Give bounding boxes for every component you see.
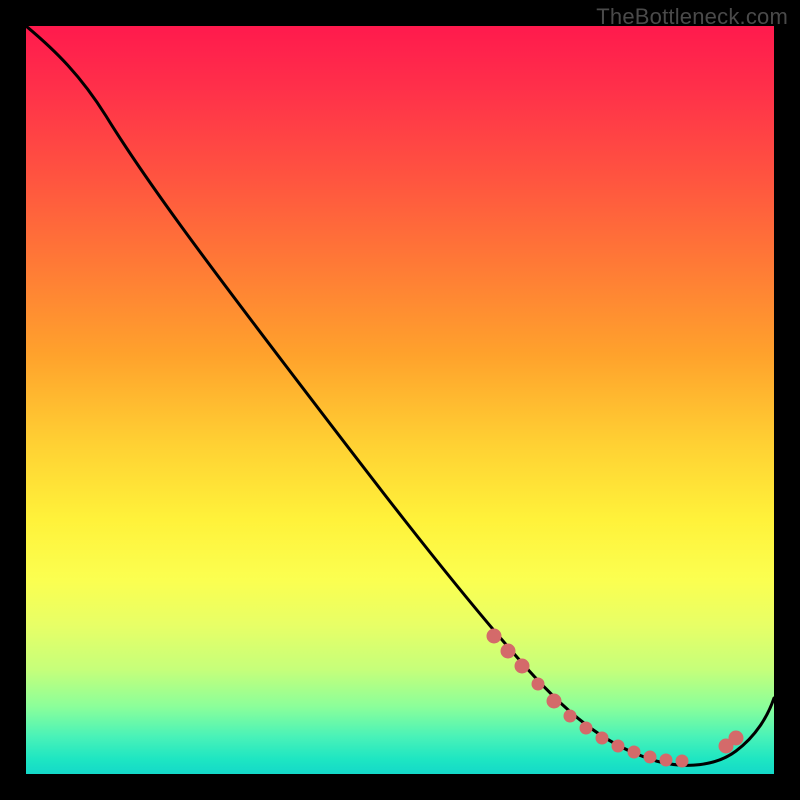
plot-area	[26, 26, 774, 774]
highlight-dots	[487, 629, 743, 767]
curve-layer	[26, 26, 774, 774]
watermark-text: TheBottleneck.com	[596, 4, 788, 30]
bottleneck-curve	[26, 26, 774, 765]
chart-frame: TheBottleneck.com	[0, 0, 800, 800]
